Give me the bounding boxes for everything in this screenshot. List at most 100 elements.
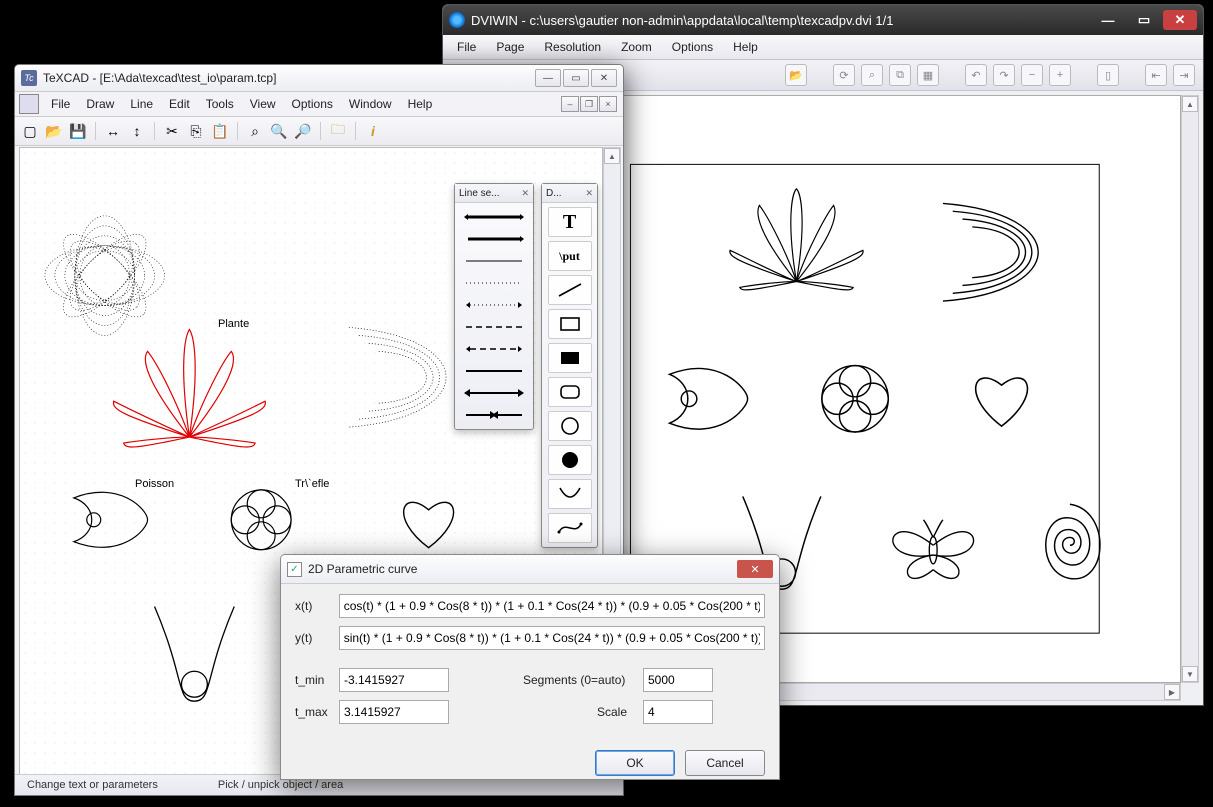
mdi-system-icon[interactable]: [19, 94, 39, 114]
menu-page[interactable]: Page: [486, 40, 534, 54]
menu-file[interactable]: File: [447, 40, 486, 54]
menu-line[interactable]: Line: [122, 97, 161, 111]
minimize-button[interactable]: —: [535, 69, 561, 87]
copy-icon[interactable]: ⎘: [187, 122, 205, 140]
label-trefle: Tr\`efle: [295, 478, 329, 490]
tool-line[interactable]: [548, 275, 592, 305]
menu-file[interactable]: File: [43, 97, 78, 111]
scroll-up-icon[interactable]: ▲: [1182, 96, 1198, 112]
child-close-button[interactable]: ×: [599, 96, 617, 112]
grid-icon[interactable]: ▦: [917, 64, 939, 86]
dviwin-app-icon: [449, 12, 465, 28]
cut-icon[interactable]: ✂: [163, 122, 181, 140]
menu-draw[interactable]: Draw: [78, 97, 122, 111]
line-style-arrow-thick[interactable]: [459, 229, 529, 249]
palette-close-icon[interactable]: ✕: [585, 188, 593, 199]
tool-rounded-rect[interactable]: [548, 377, 592, 407]
menu-help[interactable]: Help: [400, 97, 441, 111]
refresh-icon[interactable]: ⟳: [833, 64, 855, 86]
ok-button[interactable]: OK: [595, 750, 675, 776]
line-style-dashed[interactable]: [459, 317, 529, 337]
dviwin-titlebar[interactable]: DVIWIN - c:\users\gautier non-admin\appd…: [443, 5, 1203, 35]
child-minimize-button[interactable]: –: [561, 96, 579, 112]
dviwin-menubar: File Page Resolution Zoom Options Help: [443, 35, 1203, 60]
palette-close-icon[interactable]: ✕: [521, 188, 529, 199]
tmin-input[interactable]: [339, 668, 449, 692]
zoom-fit-icon[interactable]: ⌕: [246, 122, 264, 140]
zoomin-icon[interactable]: +: [1049, 64, 1071, 86]
paste-icon[interactable]: 📋: [211, 122, 229, 140]
menu-options[interactable]: Options: [284, 97, 341, 111]
page-icon[interactable]: ▯: [1097, 64, 1119, 86]
tool-filled-rect[interactable]: [548, 343, 592, 373]
menu-zoom[interactable]: Zoom: [611, 40, 662, 54]
menu-resolution[interactable]: Resolution: [534, 40, 611, 54]
menu-help[interactable]: Help: [723, 40, 768, 54]
next-page-icon[interactable]: ↷: [993, 64, 1015, 86]
menu-tools[interactable]: Tools: [198, 97, 242, 111]
zoom-in-icon[interactable]: 🔍: [270, 122, 288, 140]
tool-disc[interactable]: [548, 445, 592, 475]
line-style-solid[interactable]: [459, 361, 529, 381]
tool-circle[interactable]: [548, 411, 592, 441]
zoom-area-icon[interactable]: ⌕: [861, 64, 883, 86]
first-page-icon[interactable]: ⇤: [1145, 64, 1167, 86]
dialog-title-text: 2D Parametric curve: [308, 562, 737, 576]
tool-bezier[interactable]: [548, 513, 592, 543]
child-restore-button[interactable]: ❐: [580, 96, 598, 112]
vertical-scrollbar[interactable]: ▲ ▼: [1181, 95, 1199, 683]
maximize-button[interactable]: [1127, 10, 1161, 30]
palette-title[interactable]: Line se... ✕: [455, 184, 533, 203]
ruler-icon[interactable]: ⧉: [889, 64, 911, 86]
draw-palette[interactable]: D... ✕ T \put: [541, 183, 598, 548]
close-button[interactable]: [1163, 10, 1197, 30]
tool-put[interactable]: \put: [548, 241, 592, 271]
scroll-up-icon[interactable]: ▲: [604, 148, 620, 164]
dialog-close-button[interactable]: ✕: [737, 560, 773, 578]
info-icon[interactable]: i: [364, 122, 382, 140]
scale-input[interactable]: [643, 700, 713, 724]
menu-view[interactable]: View: [242, 97, 284, 111]
palette-title[interactable]: D... ✕: [542, 184, 597, 203]
folder-icon[interactable]: 🗀: [329, 122, 347, 140]
close-button[interactable]: ✕: [591, 69, 617, 87]
line-style-dotted-arrows[interactable]: [459, 295, 529, 315]
scroll-right-icon[interactable]: ▶: [1164, 684, 1180, 700]
last-page-icon[interactable]: ⇥: [1173, 64, 1195, 86]
line-style-arrows-inward[interactable]: [459, 405, 529, 425]
tool-arc[interactable]: [548, 479, 592, 509]
segments-input[interactable]: [643, 668, 713, 692]
zoomout-icon[interactable]: −: [1021, 64, 1043, 86]
prev-page-icon[interactable]: ↶: [965, 64, 987, 86]
texcad-app-icon: Tc: [21, 70, 37, 86]
line-style-dotted[interactable]: [459, 273, 529, 293]
maximize-button[interactable]: ▭: [563, 69, 589, 87]
line-style-double-arrow-thick[interactable]: [459, 207, 529, 227]
texcad-titlebar[interactable]: Tc TeXCAD - [E:\Ada\texcad\test_io\param…: [15, 65, 623, 92]
minimize-button[interactable]: [1091, 10, 1125, 30]
cancel-button[interactable]: Cancel: [685, 750, 765, 776]
open-icon[interactable]: 📂: [785, 64, 807, 86]
dialog-titlebar[interactable]: ✓ 2D Parametric curve ✕: [281, 555, 779, 584]
line-style-solid-thin[interactable]: [459, 251, 529, 271]
xt-input[interactable]: [339, 594, 765, 618]
yt-input[interactable]: [339, 626, 765, 650]
dialog-pin-checkbox[interactable]: ✓: [287, 562, 302, 577]
new-icon[interactable]: ▢: [21, 122, 39, 140]
tool-rect[interactable]: [548, 309, 592, 339]
save-icon[interactable]: 💾: [69, 122, 87, 140]
tmax-input[interactable]: [339, 700, 449, 724]
menu-window[interactable]: Window: [341, 97, 400, 111]
tool-text[interactable]: T: [548, 207, 592, 237]
menu-edit[interactable]: Edit: [161, 97, 198, 111]
label-plante: Plante: [218, 318, 249, 330]
open-icon[interactable]: 📂: [45, 122, 63, 140]
zoom-out-icon[interactable]: 🔎: [294, 122, 312, 140]
scroll-down-icon[interactable]: ▼: [1182, 666, 1198, 682]
menu-options[interactable]: Options: [662, 40, 723, 54]
line-style-palette[interactable]: Line se... ✕: [454, 183, 534, 430]
line-style-dashed-arrows[interactable]: [459, 339, 529, 359]
line-style-arrows-bi[interactable]: [459, 383, 529, 403]
hflip-icon[interactable]: ↔: [104, 122, 122, 140]
vflip-icon[interactable]: ↕: [128, 122, 146, 140]
